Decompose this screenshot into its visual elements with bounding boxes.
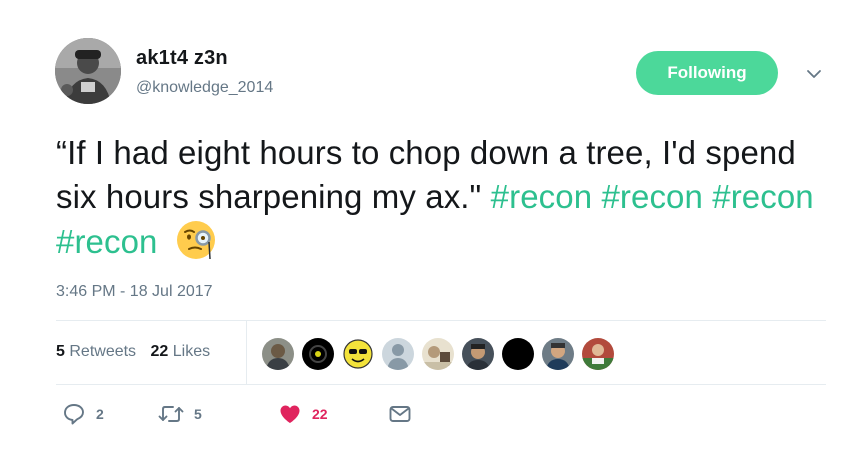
likes-label: Likes <box>172 343 211 360</box>
face-with-monocle-icon <box>175 219 217 261</box>
tweet-actions: 2 5 22 <box>56 402 456 432</box>
retweet-icon <box>158 406 184 422</box>
direct-message-button[interactable] <box>388 402 412 426</box>
user-display-name[interactable]: ak1t4 z3n <box>136 47 228 70</box>
liker-avatar[interactable] <box>382 338 414 370</box>
liker-avatar[interactable] <box>422 338 454 370</box>
liker-avatar[interactable] <box>302 338 334 370</box>
tweet-card: ak1t4 z3n @knowledge_2014 Following “If … <box>0 0 866 453</box>
retweet-count: 5 <box>194 406 202 422</box>
liker-avatar[interactable] <box>502 338 534 370</box>
liker-avatar[interactable] <box>462 338 494 370</box>
like-count: 22 <box>312 406 328 422</box>
divider <box>56 384 826 385</box>
retweets-stat[interactable]: 5 Retweets <box>56 343 136 360</box>
tweet-timestamp[interactable]: 3:46 PM - 18 Jul 2017 <box>56 283 213 301</box>
likes-stat[interactable]: 22 Likes <box>151 343 211 360</box>
retweets-label: Retweets <box>69 343 137 360</box>
retweets-count: 5 <box>56 343 65 360</box>
tweet-text: “If I had eight hours to chop down a tre… <box>56 131 836 264</box>
reply-count: 2 <box>96 406 104 422</box>
reply-icon <box>64 404 84 425</box>
heart-icon <box>280 405 300 423</box>
liker-avatar[interactable] <box>342 338 374 370</box>
like-button[interactable]: 22 <box>278 402 328 426</box>
retweet-button[interactable]: 5 <box>158 402 202 426</box>
avatar-photo <box>55 38 121 104</box>
liker-avatar[interactable] <box>542 338 574 370</box>
user-handle[interactable]: @knowledge_2014 <box>136 79 273 97</box>
liker-avatars <box>262 338 622 370</box>
hashtag-link[interactable]: #recon <box>56 223 158 260</box>
envelope-icon <box>389 406 411 422</box>
hashtag-link[interactable]: #recon <box>712 178 814 215</box>
liker-avatar[interactable] <box>262 338 294 370</box>
liker-avatar[interactable] <box>582 338 614 370</box>
user-avatar[interactable] <box>55 38 121 104</box>
hashtag-link[interactable]: #recon <box>601 178 703 215</box>
divider <box>246 321 247 384</box>
hashtag-link[interactable]: #recon <box>491 178 593 215</box>
following-button[interactable]: Following <box>636 51 778 95</box>
divider <box>56 320 826 321</box>
chevron-down-icon[interactable] <box>804 64 824 84</box>
tweet-stats: 5 Retweets 22 Likes <box>56 343 210 361</box>
likes-count: 22 <box>150 343 169 360</box>
reply-button[interactable]: 2 <box>62 402 104 426</box>
